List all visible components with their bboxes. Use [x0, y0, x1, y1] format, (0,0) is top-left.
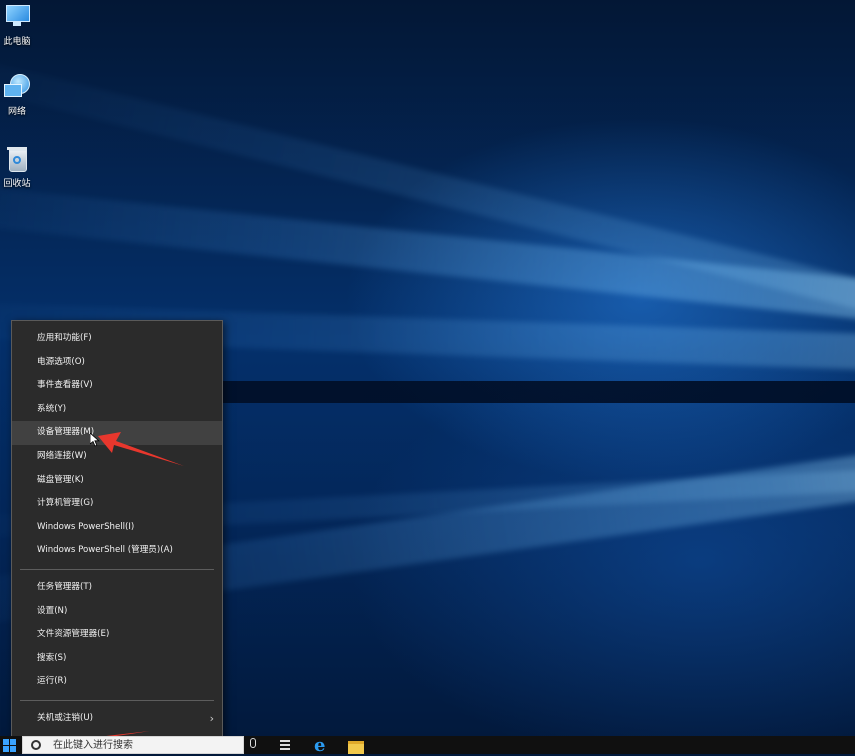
desktop-icon-this-pc[interactable]: 此电脑: [0, 2, 34, 47]
menu-item-computer-management[interactable]: 计算机管理(G): [12, 492, 222, 516]
menu-item-run[interactable]: 运行(R): [12, 670, 222, 694]
menu-item-event-viewer[interactable]: 事件查看器(V): [12, 374, 222, 398]
menu-separator: [20, 699, 214, 701]
menu-item-search[interactable]: 搜索(S): [12, 647, 222, 671]
desktop-icon-label: 此电脑: [3, 37, 31, 47]
file-explorer-icon[interactable]: [348, 741, 364, 754]
winx-quick-link-menu: 应用和功能(F) 电源选项(O) 事件查看器(V) 系统(Y) 设备管理器(M)…: [11, 320, 223, 747]
edge-browser-icon[interactable]: e: [314, 737, 330, 755]
microphone-icon[interactable]: [250, 738, 256, 748]
menu-item-device-manager[interactable]: 设备管理器(M): [12, 421, 222, 445]
task-view-icon[interactable]: [280, 740, 290, 751]
network-icon: [2, 72, 32, 102]
this-pc-icon: [2, 2, 32, 32]
desktop-icon-recycle-bin[interactable]: 回收站: [0, 144, 34, 189]
menu-item-powershell[interactable]: Windows PowerShell(I): [12, 516, 222, 540]
menu-item-powershell-admin[interactable]: Windows PowerShell (管理员)(A): [12, 539, 222, 563]
menu-item-power-options[interactable]: 电源选项(O): [12, 351, 222, 375]
menu-item-file-explorer[interactable]: 文件资源管理器(E): [12, 623, 222, 647]
menu-item-settings[interactable]: 设置(N): [12, 600, 222, 624]
wallpaper-window-frame: [220, 381, 855, 403]
menu-item-label: 关机或注销(U): [37, 712, 93, 723]
taskbar-search-box[interactable]: 在此键入进行搜索: [22, 736, 244, 754]
desktop-icon-network[interactable]: 网络: [0, 72, 34, 117]
menu-item-task-manager[interactable]: 任务管理器(T): [12, 576, 222, 600]
recycle-bin-icon: [2, 144, 32, 174]
start-button[interactable]: [0, 736, 22, 754]
cortana-circle-icon: [31, 740, 41, 750]
menu-item-shutdown-signout[interactable]: 关机或注销(U) ›: [12, 707, 222, 731]
desktop-icon-label: 回收站: [3, 179, 31, 189]
desktop-icon-label: 网络: [7, 107, 26, 117]
menu-item-system[interactable]: 系统(Y): [12, 398, 222, 422]
menu-separator: [20, 568, 214, 570]
menu-item-apps-features[interactable]: 应用和功能(F): [12, 327, 222, 351]
chevron-right-icon: ›: [209, 711, 214, 725]
menu-item-disk-management[interactable]: 磁盘管理(K): [12, 469, 222, 493]
mouse-cursor-icon: [90, 433, 100, 447]
search-placeholder-text: 在此键入进行搜索: [53, 740, 133, 751]
menu-item-network-connections[interactable]: 网络连接(W): [12, 445, 222, 469]
